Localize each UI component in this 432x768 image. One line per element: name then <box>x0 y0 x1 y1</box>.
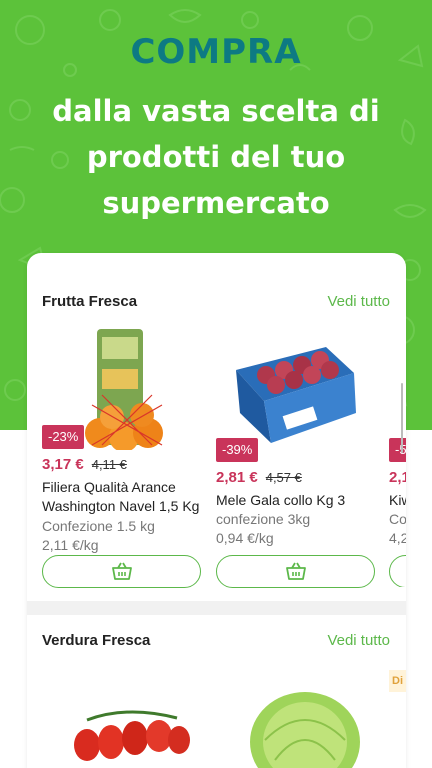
apples-crate-image <box>236 347 356 443</box>
price: 2,1 <box>389 469 406 486</box>
discount-badge: -39% <box>216 438 259 462</box>
iceberg-lettuce-image <box>250 692 360 768</box>
discount-badge: -5 <box>389 438 406 462</box>
price: 2,81 € <box>216 469 258 486</box>
hero-subtitle: dalla vasta scelta di prodotti del tuo s… <box>52 94 380 220</box>
product-name: Mele Gala collo Kg 3 <box>216 492 346 508</box>
product-pack: Confezione 1.5 kg <box>42 518 155 534</box>
price: 3,17 € <box>42 456 84 473</box>
unit-price: 0,94 €/kg <box>216 530 274 546</box>
product-name-line2: Washington Navel 1,5 Kg <box>42 498 200 514</box>
old-price: 4,11 € <box>91 457 127 472</box>
see-all-link[interactable]: Vedi tutto <box>327 293 390 310</box>
section-divider <box>27 601 406 615</box>
cart-icon <box>285 562 306 580</box>
unit-price: 2,11 €/kg <box>42 537 99 553</box>
section-frutta-fresca: Frutta Fresca Vedi tutto -23% 3,17 € 4,1… <box>27 253 406 601</box>
unit-price: 4,2 <box>389 530 406 546</box>
discount-badge: -23% <box>42 425 85 449</box>
product-card[interactable]: -23% 3,17 € 4,11 € Filiera Qualità Aranc… <box>42 325 202 588</box>
section-title: Frutta Fresca <box>42 292 138 310</box>
hero-title: COMPRA <box>130 32 302 72</box>
section-verdura-fresca: Verdura Fresca Vedi tutto Di <box>27 615 406 768</box>
product-card[interactable]: -5 2,1 Kiw Co 4,2 <box>389 325 406 587</box>
section-title: Verdura Fresca <box>42 631 151 649</box>
product-card[interactable]: -39% 2,81 € 4,57 € Mele Gala collo Kg 3 … <box>216 325 376 588</box>
add-to-cart-button[interactable] <box>216 555 375 588</box>
cart-icon <box>111 562 132 580</box>
see-all-link[interactable]: Vedi tutto <box>327 632 390 649</box>
product-name: Kiw <box>389 492 406 508</box>
scrollbar[interactable] <box>401 383 403 453</box>
catalog-card: Frutta Fresca Vedi tutto -23% 3,17 € 4,1… <box>27 253 406 768</box>
product-pack: Co <box>389 511 406 527</box>
product-pack: confezione 3kg <box>216 511 311 527</box>
promo-badge: Di <box>389 670 406 692</box>
product-name-line1: Filiera Qualità Arance <box>42 479 176 495</box>
old-price: 4,57 € <box>265 470 302 485</box>
add-to-cart-button[interactable] <box>389 555 406 587</box>
cherry-tomatoes-image <box>74 710 190 761</box>
add-to-cart-button[interactable] <box>42 555 201 588</box>
